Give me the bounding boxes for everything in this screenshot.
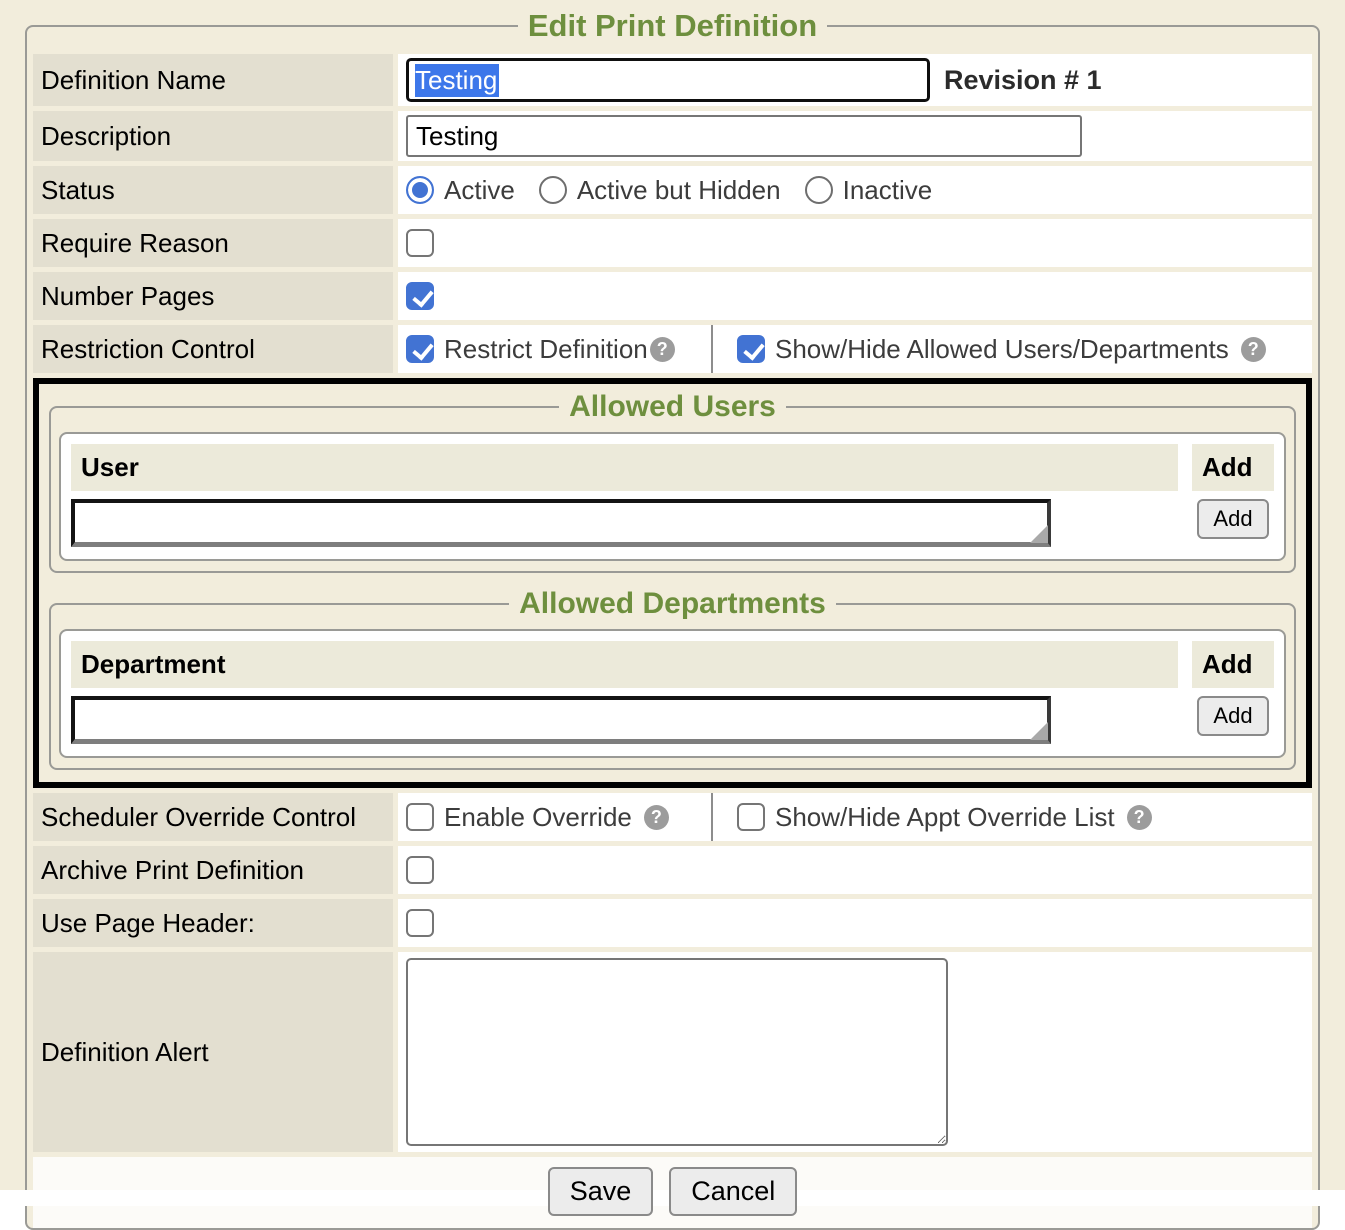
definition-alert-label: Definition Alert	[33, 952, 393, 1152]
allowed-departments-fieldset: Allowed Departments Department Add Add	[49, 587, 1296, 770]
show-hide-appt-label[interactable]: Show/Hide Appt Override List	[775, 802, 1115, 833]
status-radio-group: Active Active but Hidden Inactive	[406, 175, 946, 206]
number-pages-row: Number Pages	[33, 272, 1312, 320]
archive-checkbox[interactable]	[406, 856, 434, 884]
cancel-button[interactable]: Cancel	[669, 1167, 797, 1216]
use-page-header-checkbox[interactable]	[406, 909, 434, 937]
radio-active-label[interactable]: Active	[444, 175, 515, 206]
allowed-users-fieldset: Allowed Users User Add Add	[49, 390, 1296, 573]
page-title: Edit Print Definition	[518, 8, 827, 44]
show-hide-users-label[interactable]: Show/Hide Allowed Users/Departments	[775, 334, 1229, 365]
definition-name-value: Testing	[415, 64, 499, 97]
restrict-definition-cell: Restrict Definition ?	[398, 325, 711, 373]
show-hide-appt-help-icon[interactable]: ?	[1127, 805, 1152, 830]
allowed-users-title: Allowed Users	[559, 390, 786, 424]
department-add-button[interactable]: Add	[1197, 696, 1268, 736]
enable-override-help-icon[interactable]: ?	[644, 805, 669, 830]
department-add-col: Add	[1192, 696, 1274, 736]
scheduler-override-content: Enable Override ? Show/Hide Appt Overrid…	[398, 793, 1312, 841]
require-reason-checkbox[interactable]	[406, 229, 434, 257]
enable-override-label[interactable]: Enable Override	[444, 802, 632, 833]
restriction-control-row: Restriction Control Restrict Definition …	[33, 325, 1312, 373]
radio-inactive-label[interactable]: Inactive	[843, 175, 933, 206]
allowed-users-body: Add	[71, 499, 1274, 547]
definition-name-row: Definition Name Testing Revision # 1	[33, 54, 1312, 106]
definition-alert-row: Definition Alert	[33, 952, 1312, 1152]
definition-name-label: Definition Name	[33, 54, 393, 106]
archive-content	[398, 846, 1312, 894]
status-row: Status Active Active but Hidden Inactive	[33, 166, 1312, 214]
restriction-control-content: Restrict Definition ? Show/Hide Allowed …	[398, 325, 1312, 373]
user-add-col: Add	[1192, 499, 1274, 539]
allowed-users-header: User Add	[71, 444, 1274, 491]
save-button[interactable]: Save	[548, 1167, 654, 1216]
allowed-departments-body: Add	[71, 696, 1274, 744]
status-label: Status	[33, 166, 393, 214]
user-add-column-header: Add	[1192, 444, 1274, 491]
status-content: Active Active but Hidden Inactive	[398, 166, 1312, 214]
allowed-users-picker: User Add Add	[59, 432, 1286, 561]
show-hide-users-cell: Show/Hide Allowed Users/Departments ?	[711, 325, 1312, 373]
show-hide-users-help-icon[interactable]: ?	[1241, 337, 1266, 362]
radio-active-but-hidden-label[interactable]: Active but Hidden	[577, 175, 781, 206]
use-page-header-label: Use Page Header:	[33, 899, 393, 947]
archive-label: Archive Print Definition	[33, 846, 393, 894]
number-pages-label: Number Pages	[33, 272, 393, 320]
revision-number: Revision # 1	[944, 65, 1102, 96]
page: Edit Print Definition Definition Name Te…	[0, 0, 1345, 1190]
scheduler-override-label: Scheduler Override Control	[33, 793, 393, 841]
radio-inactive[interactable]	[805, 176, 833, 204]
use-page-header-content	[398, 899, 1312, 947]
scheduler-override-row: Scheduler Override Control Enable Overri…	[33, 793, 1312, 841]
definition-name-content: Testing Revision # 1	[398, 54, 1312, 106]
archive-row: Archive Print Definition	[33, 846, 1312, 894]
restrict-definition-label[interactable]: Restrict Definition	[444, 334, 648, 365]
department-column-header: Department	[71, 641, 1178, 688]
show-hide-appt-cell: Show/Hide Appt Override List ?	[711, 793, 1312, 841]
definition-alert-content	[398, 952, 1312, 1152]
use-page-header-row: Use Page Header:	[33, 899, 1312, 947]
enable-override-cell: Enable Override ?	[398, 793, 711, 841]
require-reason-row: Require Reason	[33, 219, 1312, 267]
require-reason-content	[398, 219, 1312, 267]
definition-name-input[interactable]: Testing	[406, 58, 930, 102]
number-pages-checkbox[interactable]	[406, 282, 434, 310]
allowed-departments-header: Department Add	[71, 641, 1274, 688]
user-column-header: User	[71, 444, 1178, 491]
restriction-section-frame: Allowed Users User Add Add	[33, 378, 1312, 788]
allowed-departments-picker: Department Add Add	[59, 629, 1286, 758]
restriction-control-label: Restriction Control	[33, 325, 393, 373]
user-add-button[interactable]: Add	[1197, 499, 1268, 539]
department-add-column-header: Add	[1192, 641, 1274, 688]
description-content	[398, 111, 1312, 161]
allowed-departments-title: Allowed Departments	[509, 587, 836, 621]
restrict-definition-help-icon[interactable]: ?	[650, 337, 675, 362]
number-pages-content	[398, 272, 1312, 320]
definition-alert-textarea[interactable]	[406, 958, 948, 1146]
department-select[interactable]	[71, 696, 1051, 744]
description-input[interactable]	[406, 115, 1082, 157]
user-select[interactable]	[71, 499, 1051, 547]
edit-print-definition-fieldset: Edit Print Definition Definition Name Te…	[25, 8, 1320, 1230]
restrict-definition-checkbox[interactable]	[406, 335, 434, 363]
require-reason-label: Require Reason	[33, 219, 393, 267]
show-hide-appt-checkbox[interactable]	[737, 803, 765, 831]
radio-active[interactable]	[406, 176, 434, 204]
enable-override-checkbox[interactable]	[406, 803, 434, 831]
description-label: Description	[33, 111, 393, 161]
show-hide-users-checkbox[interactable]	[737, 335, 765, 363]
radio-active-but-hidden[interactable]	[539, 176, 567, 204]
description-row: Description	[33, 111, 1312, 161]
